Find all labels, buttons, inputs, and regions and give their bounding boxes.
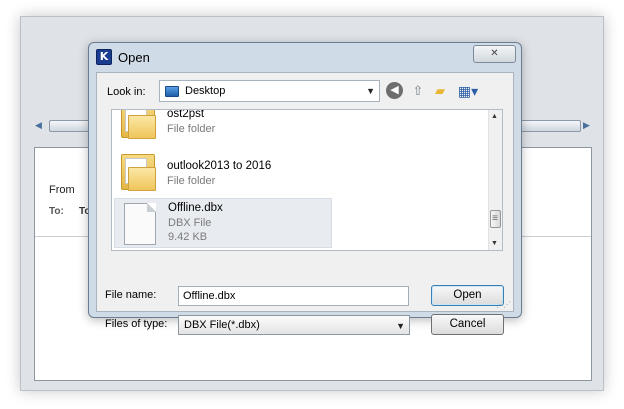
open-dialog: K Open ✕ Look in: Desktop ▼ ◀ ⇧ ▰ ▦▾ ost… [88,42,522,335]
open-button[interactable]: Open [431,285,504,306]
file-name: outlook2013 to 2016 [167,160,272,172]
look-in-label: Look in: [107,86,146,98]
desktop-icon [165,86,179,97]
file-name-label: File name: [105,289,157,301]
back-arrow-icon[interactable]: ◀ [386,82,403,99]
scroll-thumb[interactable] [490,210,501,228]
folder-icon [121,154,156,191]
scroll-right-arrow-icon[interactable]: ▶ [583,120,590,131]
from-label: From [49,184,75,196]
new-folder-icon[interactable]: ▰ [431,82,449,100]
look-in-dropdown[interactable]: Desktop ▼ [159,80,380,102]
scroll-up-arrow-icon[interactable]: ▲ [491,113,498,120]
file-type: File folder [167,123,216,135]
view-menu-icon[interactable]: ▦▾ [455,82,481,100]
scroll-down-arrow-icon[interactable]: ▼ [491,240,498,247]
files-of-type-dropdown[interactable]: DBX File(*.dbx) ▼ [178,315,410,335]
dialog-title-bar[interactable]: K Open ✕ [89,43,521,71]
close-button[interactable]: ✕ [473,45,516,63]
dialog-title: Open [118,50,150,65]
list-item[interactable]: outlook2013 to 2016 File folder [114,148,332,198]
files-of-type-label: Files of type: [105,318,168,330]
resize-grip-icon[interactable]: ⋰⋰ [496,300,511,309]
chevron-down-icon[interactable]: ▼ [366,86,375,96]
file-size: 9.42 KB [168,231,208,243]
file-name-field[interactable] [178,286,409,306]
file-icon [124,203,156,245]
folder-icon [121,110,156,139]
file-type: DBX File [168,217,212,229]
file-name: ost2pst [167,109,205,120]
list-item[interactable]: ost2pst File folder [114,109,332,146]
list-item[interactable]: Offline.dbx DBX File 9.42 KB [114,198,332,248]
file-type: File folder [167,175,216,187]
up-folder-icon[interactable]: ⇧ [409,82,427,100]
chevron-down-icon[interactable]: ▼ [396,321,405,331]
file-list[interactable]: ost2pst File folder outlook2013 to 2016 … [111,109,503,251]
scroll-left-arrow-icon[interactable]: ◀ [35,120,42,131]
cancel-button[interactable]: Cancel [431,314,504,335]
files-of-type-value: DBX File(*.dbx) [184,319,260,331]
look-in-value: Desktop [185,85,226,97]
scroll-thumb-right[interactable] [519,120,581,132]
file-list-scrollbar[interactable]: ▲ ▼ [488,110,502,250]
file-name: Offline.dbx [168,202,223,214]
to-label: To: [49,206,64,217]
dialog-body: Look in: Desktop ▼ ◀ ⇧ ▰ ▦▾ ost2pst File… [96,72,514,335]
app-logo-icon: K [96,49,112,65]
